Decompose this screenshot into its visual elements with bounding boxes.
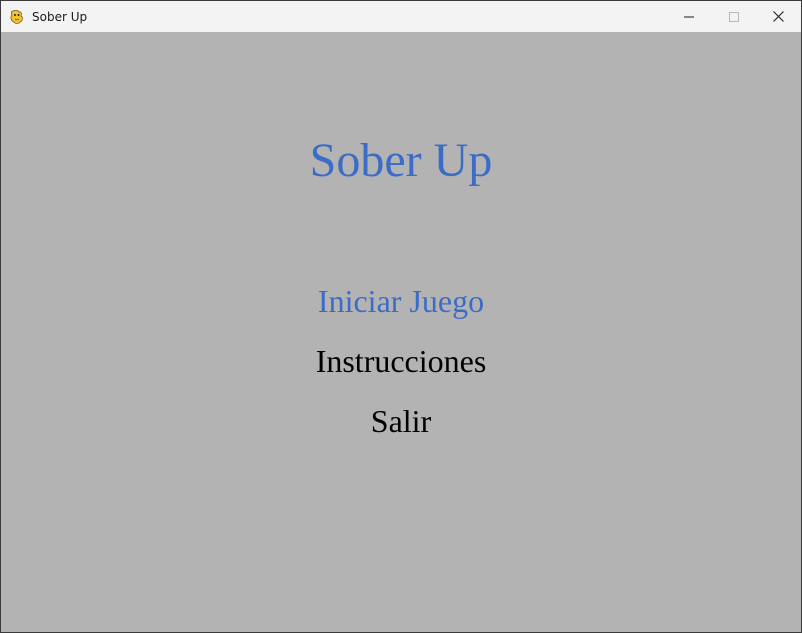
close-icon	[773, 11, 784, 22]
menu-item-exit[interactable]: Salir	[1, 402, 801, 440]
minimize-button[interactable]	[666, 1, 711, 32]
title-bar[interactable]: Sober Up	[1, 1, 801, 32]
pygame-snake-icon	[10, 9, 23, 24]
minimize-icon	[683, 16, 694, 17]
menu-item-instructions[interactable]: Instrucciones	[1, 342, 801, 380]
maximize-button[interactable]	[711, 1, 756, 32]
window-title: Sober Up	[32, 9, 88, 24]
close-button[interactable]	[756, 1, 801, 32]
game-window: Sober Up Sober Up Iniciar Juego Instrucc…	[0, 0, 802, 633]
game-title: Sober Up	[309, 134, 493, 187]
maximize-icon	[728, 11, 739, 22]
window-controls	[666, 1, 801, 32]
game-canvas[interactable]: Sober Up Iniciar Juego Instrucciones Sal…	[1, 32, 801, 632]
menu-item-start-game[interactable]: Iniciar Juego	[1, 282, 801, 320]
